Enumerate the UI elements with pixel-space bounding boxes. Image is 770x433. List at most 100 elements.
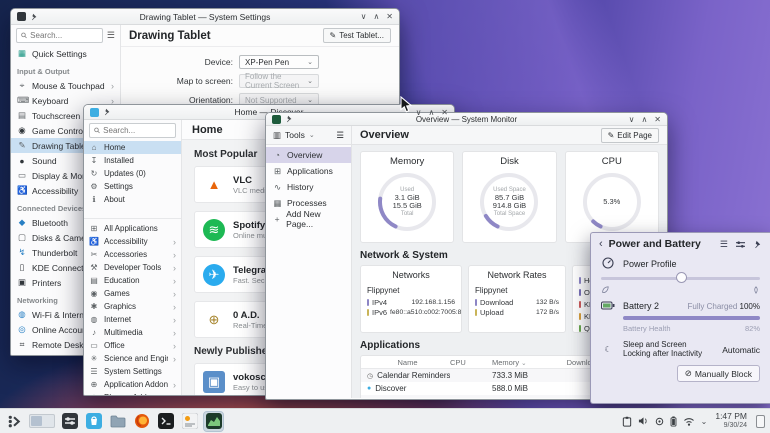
column-header[interactable]: Memory ⌄ xyxy=(492,358,550,367)
sidebar-item[interactable]: ↻ Updates (0) xyxy=(84,167,181,180)
minimize-icon[interactable]: ∨ xyxy=(416,108,422,117)
sidebar-item[interactable]: ☰ System Settings xyxy=(84,365,181,378)
dropdown[interactable]: Follow the Current Screen ⌄ xyxy=(239,72,319,90)
settings-titlebar[interactable]: Drawing Tablet — System Settings ∨ ∧ ✕ xyxy=(11,9,399,25)
sidebar-item[interactable]: ⊞ All Applications xyxy=(84,222,181,235)
settings-search-input[interactable] xyxy=(30,31,98,40)
close-icon[interactable]: ✕ xyxy=(386,12,393,21)
sidebar-item[interactable]: ▭ Office › xyxy=(84,339,181,352)
dropdown[interactable]: XP-Pen Pen ⌄ xyxy=(239,55,319,69)
taskbar-system-monitor[interactable] xyxy=(203,410,224,432)
pin-icon[interactable] xyxy=(30,13,38,21)
taskbar-firefox[interactable] xyxy=(132,412,151,431)
slider-thumb[interactable] xyxy=(675,272,687,283)
taskbar-system-settings[interactable] xyxy=(60,412,79,431)
sidebar-item-icon: ⌂ xyxy=(91,143,97,152)
sidebar-item-label: Plasma Addons xyxy=(104,393,168,395)
clipboard-icon[interactable] xyxy=(622,416,632,427)
sidebar-item-icon: ▤ xyxy=(17,110,27,120)
taskbar: ⌄ 1:47 PM 9/30/24 xyxy=(0,408,770,433)
kde-launcher-icon xyxy=(8,415,21,427)
maximize-icon[interactable]: ∧ xyxy=(373,12,379,21)
gauge-card[interactable]: Memory Used 3.1 GiB 15.5 GiB Total xyxy=(360,151,455,243)
sidebar-item[interactable]: ⚙ Settings xyxy=(84,180,181,193)
battery-health-label: Battery Health xyxy=(623,324,671,333)
configure-icon[interactable] xyxy=(735,240,746,249)
audio-volume-icon[interactable] xyxy=(638,416,649,426)
network-rates-card[interactable]: Network Rates Flippynet Download132 B/s xyxy=(468,265,566,333)
tools-menu-button[interactable]: Tools xyxy=(285,130,305,140)
gauge-card[interactable]: CPU 5.3% xyxy=(564,151,659,243)
sidebar-item[interactable]: ◔ Overview xyxy=(266,147,351,163)
digital-clock[interactable]: 1:47 PM 9/30/24 xyxy=(715,412,747,430)
minimize-icon[interactable]: ∨ xyxy=(361,12,367,21)
network-wireless-icon[interactable] xyxy=(683,417,695,426)
sidebar-item[interactable]: ↧ Installed xyxy=(84,154,181,167)
settings-search[interactable] xyxy=(16,28,103,43)
sidebar-item[interactable]: ⌖ Mouse & Touchpad › xyxy=(11,78,120,93)
legend-bar xyxy=(579,277,581,284)
media-icon[interactable] xyxy=(655,417,664,426)
column-header[interactable]: Name xyxy=(367,358,450,367)
taskbar-konsole[interactable] xyxy=(156,412,175,431)
battery-tray-icon[interactable] xyxy=(670,415,677,427)
sidebar-item-icon: ↧ xyxy=(90,156,98,165)
sidebar-item[interactable]: ▦ Quick Settings xyxy=(11,46,120,61)
sleep-value[interactable]: Automatic xyxy=(722,345,760,355)
hamburger-icon[interactable]: ☰ xyxy=(720,239,728,250)
test-tablet-button[interactable]: ✎ Test Tablet... xyxy=(322,28,391,43)
desktop-2[interactable] xyxy=(43,416,54,426)
virtual-desktop-pager[interactable] xyxy=(29,414,55,428)
tray-expander-icon[interactable]: ⌄ xyxy=(701,417,708,426)
sidebar-item[interactable]: ⚒ Developer Tools › xyxy=(84,261,181,274)
sidebar-item[interactable] xyxy=(84,206,181,219)
networks-card[interactable]: Networks Flippynet IPv4 192.168.1.156 IP… xyxy=(360,265,462,333)
close-icon[interactable]: ✕ xyxy=(654,115,661,124)
sidebar-item-icon: ⊕ xyxy=(90,380,98,389)
sidebar-item-label: Accessories xyxy=(104,250,148,259)
taskbar-dolphin[interactable] xyxy=(108,412,127,431)
discover-search[interactable] xyxy=(89,123,176,138)
power-profile-slider[interactable] xyxy=(601,272,760,285)
monitor-titlebar[interactable]: Overview — System Monitor ∨ ∧ ✕ xyxy=(266,113,667,126)
sidebar-item[interactable]: ♿ Accessibility › xyxy=(84,235,181,248)
sidebar-item[interactable]: ▤ Education › xyxy=(84,274,181,287)
pin-icon[interactable] xyxy=(103,108,111,116)
pin-icon[interactable] xyxy=(285,115,293,123)
sidebar-item[interactable]: ♪ Multimedia › xyxy=(84,326,181,339)
sidebar-item[interactable]: ✂ Accessories › xyxy=(84,248,181,261)
hamburger-icon[interactable]: ☰ xyxy=(336,130,344,141)
hamburger-icon[interactable]: ☰ xyxy=(107,30,115,41)
maximize-icon[interactable]: ∧ xyxy=(641,115,647,124)
manually-block-button[interactable]: ⊘ Manually Block xyxy=(676,365,760,382)
sidebar-item[interactable]: ∿ History xyxy=(266,179,351,195)
sidebar-item[interactable]: ✱ Graphics › xyxy=(84,300,181,313)
desktop-1[interactable] xyxy=(31,416,42,426)
sidebar-item[interactable]: Input & Output xyxy=(11,64,120,78)
sidebar-item-icon: ⚒ xyxy=(90,263,98,272)
column-header[interactable]: CPU xyxy=(450,358,492,367)
maximize-icon[interactable]: ∧ xyxy=(428,108,434,117)
close-icon[interactable]: ✕ xyxy=(441,108,448,117)
taskbar-kontact[interactable] xyxy=(180,412,199,431)
discover-search-input[interactable] xyxy=(103,126,171,135)
sidebar-item[interactable]: ◉ Games › xyxy=(84,287,181,300)
sidebar-item[interactable]: + Add New Page... xyxy=(266,209,351,229)
app-launcher-button[interactable] xyxy=(5,412,24,431)
sidebar-item[interactable]: ⊕ Application Addons › xyxy=(84,378,181,391)
sidebar-item[interactable]: ◍ Internet › xyxy=(84,313,181,326)
gauge-card[interactable]: Disk Used Space 85.7 GiB 914.8 GiB Total… xyxy=(462,151,557,243)
sidebar-item[interactable]: ⊛ Plasma Addons › xyxy=(84,391,181,396)
sidebar-item[interactable]: ✳ Science and Engineering › xyxy=(84,352,181,365)
back-icon[interactable]: ‹ xyxy=(599,238,603,250)
sidebar-item[interactable]: ⌂ Home xyxy=(84,141,181,154)
minimize-icon[interactable]: ∨ xyxy=(629,115,635,124)
sidebar-item[interactable]: ⊞ Applications xyxy=(266,163,351,179)
pencil-icon: ✎ xyxy=(329,31,337,40)
pin-icon[interactable] xyxy=(753,240,762,249)
chevron-right-icon: › xyxy=(173,327,176,338)
show-desktop-button[interactable] xyxy=(756,414,765,428)
sidebar-item[interactable]: ℹ About xyxy=(84,193,181,206)
taskbar-discover[interactable] xyxy=(84,412,103,431)
edit-page-button[interactable]: ✎ Edit Page xyxy=(600,127,659,143)
